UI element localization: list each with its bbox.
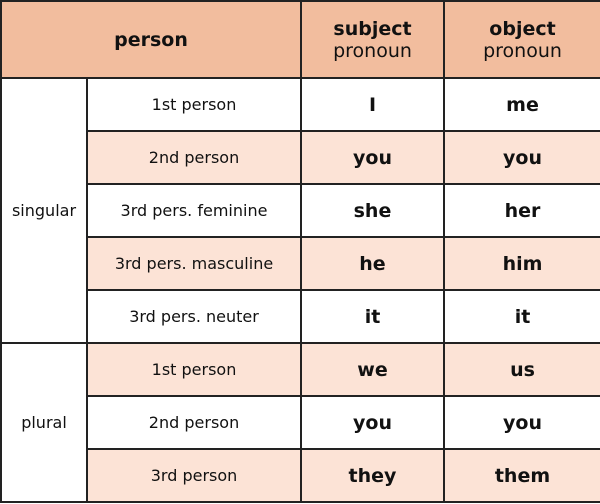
subject-pronoun-cell: you: [300, 395, 445, 450]
object-pronoun-cell: you: [443, 130, 600, 185]
object-pronoun-cell: them: [443, 448, 600, 503]
group-label: singular: [0, 77, 88, 344]
person-cell: 1st person: [86, 77, 302, 132]
header-object-pronoun: pronoun: [483, 39, 562, 62]
person-cell: 3rd pers. feminine: [86, 183, 302, 238]
pronoun-table: person subject pronoun object pronoun sing…: [0, 0, 600, 503]
person-cell: 3rd pers. masculine: [86, 236, 302, 291]
header-object: object pronoun: [443, 0, 600, 79]
person-cell: 2nd person: [86, 130, 302, 185]
table-row: plural 1st person we us: [0, 342, 600, 503]
subject-pronoun-cell: it: [300, 289, 445, 344]
object-pronoun-cell: you: [443, 395, 600, 450]
person-cell: 2nd person: [86, 395, 302, 450]
subject-pronoun-cell: they: [300, 448, 445, 503]
subject-pronoun-cell: we: [300, 342, 445, 397]
group-label: plural: [0, 342, 88, 503]
table-row: 3rd pers. feminine she her: [1, 183, 600, 238]
object-pronoun-cell: her: [443, 183, 600, 238]
person-cell: 3rd pers. neuter: [86, 289, 302, 344]
subject-pronoun-cell: he: [300, 236, 445, 291]
subject-pronoun-cell: I: [300, 77, 445, 132]
object-pronoun-cell: him: [443, 236, 600, 291]
table-row: 3rd person they them: [1, 448, 600, 503]
table-row: 2nd person you you: [1, 130, 600, 185]
table-row: 3rd pers. neuter it it: [1, 289, 600, 344]
object-pronoun-cell: us: [443, 342, 600, 397]
table-row: singular 1st person Ime: [0, 77, 600, 344]
header-subject-pronoun: pronoun: [333, 39, 412, 62]
header-row: person subject pronoun object pronoun: [0, 0, 600, 79]
subject-pronoun-cell: you: [300, 130, 445, 185]
object-pronoun-cell: it: [443, 289, 600, 344]
person-cell: 3rd person: [86, 448, 302, 503]
table-row: 2nd person you you: [1, 395, 600, 450]
header-subject-word: subject: [333, 17, 412, 40]
object-pronoun-cell: me: [443, 77, 600, 132]
table-row: 3rd pers. masculine he him: [1, 236, 600, 291]
subject-pronoun-cell: she: [300, 183, 445, 238]
header-person: person: [0, 0, 302, 79]
person-cell: 1st person: [86, 342, 302, 397]
header-object-word: object: [489, 17, 556, 40]
header-subject: subject pronoun: [300, 0, 445, 79]
